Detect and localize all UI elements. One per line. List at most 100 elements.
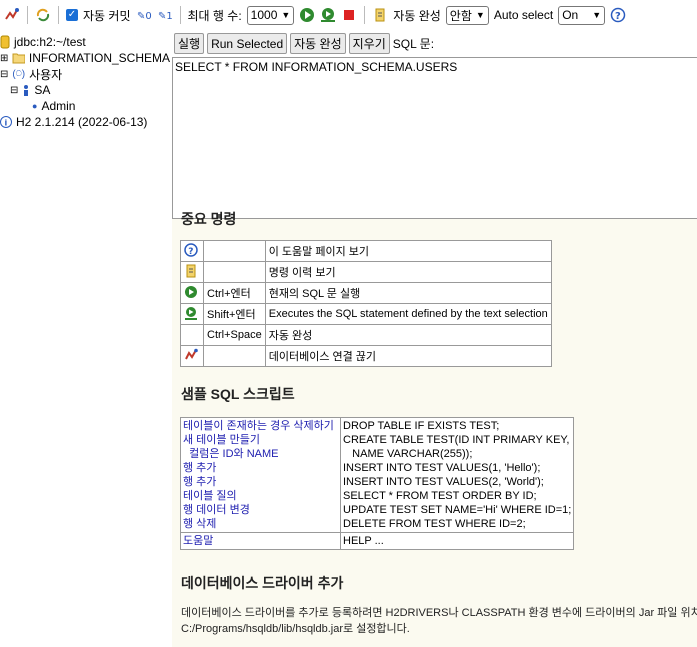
tree-users[interactable]: ⊟ (⍥) 사용자 (0, 66, 170, 82)
refresh-icon[interactable] (35, 7, 51, 23)
auto-complete-value: 안함 (449, 8, 472, 23)
tree-user-sa-label: SA (34, 83, 51, 97)
command-desc: 자동 완성 (264, 324, 552, 346)
rollback-icon[interactable]: ✎1 (157, 7, 173, 23)
tree-connection-label: jdbc:h2:~/test (14, 35, 86, 49)
command-desc: 데이터베이스 연결 끊기 (264, 345, 552, 367)
user-icon (24, 85, 29, 96)
run-icon[interactable] (299, 7, 315, 23)
disconnect-icon[interactable] (4, 7, 20, 23)
driver-title: 데이터베이스 드라이버 추가 (181, 575, 344, 591)
auto-select-select[interactable]: On ▼ (558, 5, 606, 25)
tree-version-label: H2 2.1.214 (2022-06-13) (16, 115, 148, 129)
tree-version: i H2 2.1.214 (2022-06-13) (0, 114, 170, 130)
auto-select-label: Auto select (493, 8, 554, 22)
tree-user-sa[interactable]: ⊟ SA (0, 82, 170, 98)
tree-connection[interactable]: jdbc:h2:~/test (0, 34, 170, 50)
run-selected-icon[interactable] (180, 303, 204, 325)
auto-complete-label: 자동 완성 (393, 8, 441, 23)
toolbar: ✓ 자동 커밋 ✎0 ✎1 최대 행 수: 1000 ▼ 자동 완성 안함 ▼ Au… (0, 0, 697, 30)
auto-commit-label: 자동 커밋 (83, 8, 131, 23)
auto-complete-select[interactable]: 안함 ▼ (445, 5, 489, 25)
max-rows-label: 최대 행 수: (187, 8, 242, 23)
table-row: Ctrl+Space 자동 완성 (180, 324, 552, 346)
history-icon[interactable] (372, 7, 388, 23)
command-key: Ctrl+엔터 (203, 282, 266, 304)
schema-tree: jdbc:h2:~/test ⊞ INFORMATION_SCHEMA ⊟ (⍥… (0, 34, 170, 130)
stop-icon[interactable] (341, 7, 357, 23)
table-row: 명령 이력 보기 (180, 261, 552, 283)
important-commands-title: 중요 명령 (181, 211, 237, 227)
command-desc: Executes the SQL statement defined by th… (264, 303, 552, 325)
commands-table: ? 이 도움말 페이지 보기 명령 이력 보기 Ctrl+엔터 현재의 SQL … (180, 240, 552, 367)
sample-link[interactable]: 행 데이터 변경 (183, 503, 338, 517)
sample-sql-line: UPDATE TEST SET NAME='Hi' WHERE ID=1; (343, 504, 572, 516)
commit-icon[interactable]: ✎0 (136, 7, 152, 23)
separator (364, 6, 366, 24)
tree-schema[interactable]: ⊞ INFORMATION_SCHEMA (0, 50, 170, 66)
driver-text-line: C:/Programs/hsqldb/lib/hsqldb.jar로 설정합니다… (181, 623, 410, 635)
folder-icon (12, 53, 25, 64)
help-link[interactable]: 도움말 (180, 532, 341, 550)
table-row: Shift+엔터 Executes the SQL statement defi… (180, 303, 552, 325)
table-row: 테이블이 존재하는 경우 삭제하기 새 테이블 만들기 컬럼은 ID와 NAME… (180, 417, 575, 533)
auto-complete-button[interactable]: 자동 완성 (290, 33, 346, 54)
command-desc: 현재의 SQL 문 실행 (264, 282, 552, 304)
tree-user-role-label: Admin (41, 99, 76, 113)
table-row: Ctrl+엔터 현재의 SQL 문 실행 (180, 282, 552, 304)
sample-link[interactable]: 행 삭제 (183, 517, 338, 531)
command-key (203, 345, 266, 367)
collapse-icon[interactable]: ⊟ (10, 85, 18, 96)
main-panel: 실행 Run Selected 자동 완성 지우기 SQL 문: SELECT … (172, 30, 697, 647)
max-rows-select[interactable]: 1000 ▼ (246, 5, 295, 25)
sql-editor[interactable]: SELECT * FROM INFORMATION_SCHEMA.USERS (172, 57, 697, 219)
sample-link[interactable]: 테이블 질의 (183, 489, 338, 503)
run-button[interactable]: 실행 (174, 33, 205, 54)
command-key: Ctrl+Space (203, 324, 266, 346)
sample-sql-line: INSERT INTO TEST VALUES(2, 'World'); (343, 476, 544, 488)
command-key (203, 261, 266, 283)
sample-link[interactable]: 테이블이 존재하는 경우 삭제하기 (183, 419, 338, 433)
sample-sql-line: INSERT INTO TEST VALUES(1, 'Hello'); (343, 462, 541, 474)
max-rows-value: 1000 (250, 8, 278, 22)
sample-sql-line: CREATE TABLE TEST(ID INT PRIMARY KEY, (343, 434, 570, 446)
svg-text:✎1: ✎1 (158, 11, 173, 22)
svg-text:?: ? (615, 11, 621, 22)
sample-sql-title: 샘플 SQL 스크립트 (181, 386, 295, 402)
run-selected-icon[interactable] (320, 7, 336, 23)
sample-sql-cell: DROP TABLE IF EXISTS TEST; CREATE TABLE … (339, 417, 575, 533)
svg-text:i: i (5, 119, 8, 128)
sql-statement-label: SQL 문: (392, 37, 435, 51)
database-icon (0, 35, 10, 49)
svg-text:?: ? (188, 247, 193, 257)
expand-icon[interactable]: ⊞ (0, 53, 8, 64)
sample-link[interactable]: 행 추가 (183, 461, 338, 475)
sample-link[interactable]: 새 테이블 만들기 (183, 433, 338, 447)
query-button-bar: 실행 Run Selected 자동 완성 지우기 SQL 문: (172, 30, 697, 57)
clear-button[interactable]: 지우기 (348, 33, 390, 54)
table-row: ? 이 도움말 페이지 보기 (180, 240, 552, 262)
sample-sql-table: 테이블이 존재하는 경우 삭제하기 새 테이블 만들기 컬럼은 ID와 NAME… (180, 417, 575, 550)
users-icon: (⍥) (12, 68, 26, 80)
history-icon[interactable] (180, 261, 204, 283)
command-key: Shift+엔터 (203, 303, 266, 325)
tree-user-role[interactable]: ● Admin (0, 98, 170, 114)
help-icon[interactable]: ? (610, 7, 626, 23)
chevron-down-icon: ▼ (592, 10, 602, 20)
bullet-icon: ● (32, 101, 38, 111)
run-selected-button[interactable]: Run Selected (207, 33, 288, 54)
table-row: 도움말 HELP ... (180, 532, 575, 550)
sample-sql-line: DROP TABLE IF EXISTS TEST; (343, 420, 500, 432)
run-icon[interactable] (180, 282, 204, 304)
sample-link[interactable]: 컬럼은 ID와 NAME (183, 447, 338, 461)
sample-sql-line: NAME VARCHAR(255)); (343, 448, 473, 460)
table-row: 데이터베이스 연결 끊기 (180, 345, 552, 367)
sample-link[interactable]: 행 추가 (183, 475, 338, 489)
auto-select-value: On (562, 8, 579, 22)
collapse-icon[interactable]: ⊟ (0, 69, 8, 80)
help-icon[interactable]: ? (180, 240, 204, 262)
disconnect-icon[interactable] (180, 345, 204, 367)
auto-commit-checkbox[interactable]: ✓ (66, 9, 78, 21)
svg-text:✎0: ✎0 (137, 11, 152, 22)
tree-schema-label: INFORMATION_SCHEMA (28, 51, 170, 65)
